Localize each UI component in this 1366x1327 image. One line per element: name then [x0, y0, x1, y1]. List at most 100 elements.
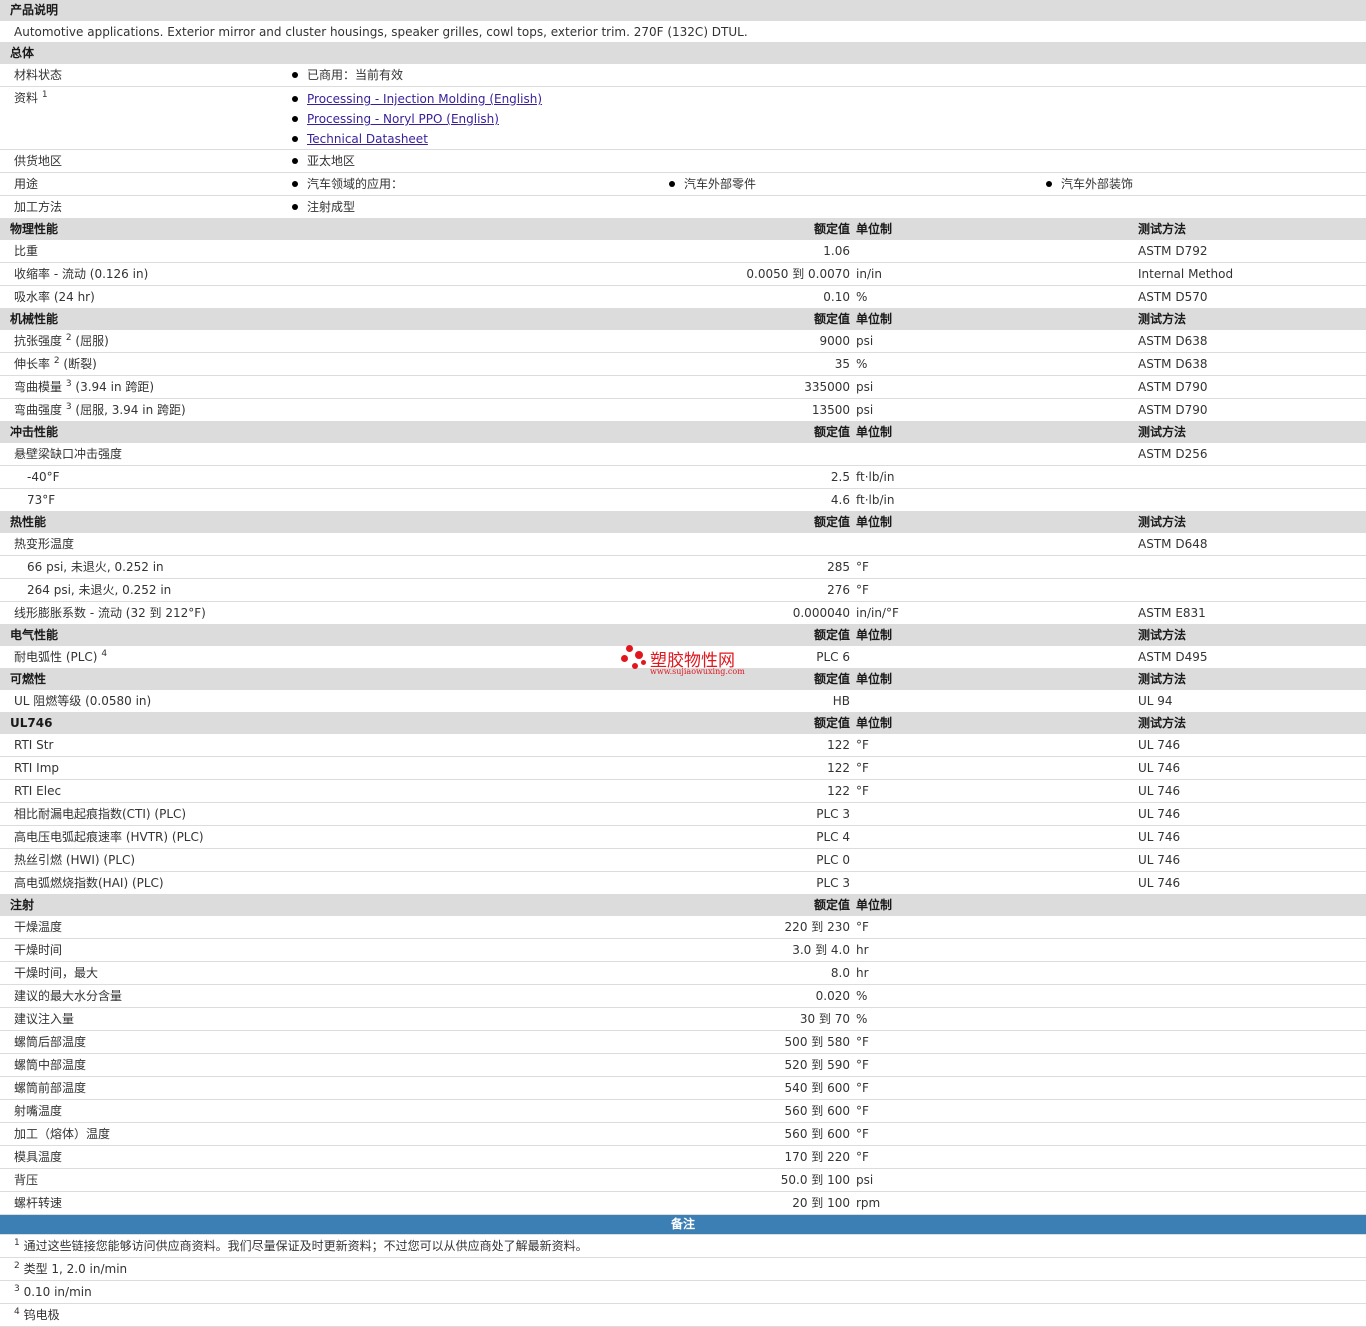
property-unit: hr — [856, 943, 869, 957]
property-name-text: 弯曲强度 — [14, 403, 63, 417]
property-name-text: 热丝引燃 (HWI) (PLC) — [14, 853, 136, 867]
property-condition: (3.94 in 跨距) — [75, 380, 155, 394]
property-name-text: 伸长率 — [14, 357, 51, 371]
property-unit: °F — [856, 1035, 869, 1049]
property-unit: °F — [856, 784, 869, 798]
property-unit: °F — [856, 1127, 869, 1141]
property-name-text: 螺筒中部温度 — [14, 1058, 87, 1072]
property-row: 螺筒中部温度 520 到 590 °F — [0, 1054, 1366, 1077]
bullet-icon — [292, 95, 298, 102]
property-unit: psi — [856, 380, 874, 394]
property-name: 抗张强度 2 (屈服) — [14, 330, 109, 352]
test-method: UL 746 — [1138, 853, 1181, 867]
col-header-units: 单位制 — [856, 425, 893, 439]
note-content: 通过这些链接您能够访问供应商资料。我们尽量保证及时更新资料；不过您可以从供应商处… — [23, 1239, 588, 1253]
note-text: 2 类型 1, 2.0 in/min — [14, 1258, 127, 1280]
col-header-nominal: 额定值 — [813, 672, 850, 686]
property-name-text: 建议的最大水分含量 — [14, 989, 123, 1003]
property-value: 335000 — [804, 380, 850, 394]
col-header-test: 测试方法 — [1138, 672, 1187, 686]
property-name: 伸长率 2 (断裂) — [14, 353, 97, 375]
property-value: 122 — [827, 784, 850, 798]
property-unit: °F — [856, 1104, 869, 1118]
property-name-text: 相比耐漏电起痕指数(CTI) (PLC) — [14, 807, 187, 821]
property-value: 亚太地区 — [292, 150, 355, 172]
bullet-icon — [1046, 180, 1052, 187]
property-unit: °F — [856, 560, 869, 574]
col-header-test: 测试方法 — [1138, 425, 1187, 439]
property-name: 加工（熔体）温度 — [14, 1123, 110, 1145]
processing-method-value: 注射成型 — [307, 200, 356, 214]
test-method: UL 746 — [1138, 761, 1181, 775]
col-header-test: 测试方法 — [1138, 312, 1187, 326]
property-unit: rpm — [856, 1196, 881, 1210]
property-condition: (屈服) — [75, 334, 109, 348]
property-row: 干燥时间，最大 8.0 hr — [0, 962, 1366, 985]
property-name-text: 264 psi, 未退火, 0.252 in — [27, 583, 172, 597]
property-row: 66 psi, 未退火, 0.252 in 285 °F — [0, 556, 1366, 579]
resource-link-noryl-ppo[interactable]: Processing - Noryl PPO (English) — [307, 112, 499, 126]
test-method: ASTM D570 — [1138, 290, 1208, 304]
section-header-thermal: 热性能 额定值 单位制 测试方法 — [0, 512, 1366, 533]
col-header-nominal: 额定值 — [813, 515, 850, 529]
property-row: 热丝引燃 (HWI) (PLC) PLC 0 UL 746 — [0, 849, 1366, 872]
bullet-icon — [292, 180, 298, 187]
property-unit: hr — [856, 966, 869, 980]
property-row: 吸水率 (24 hr) 0.10% ASTM D570 — [0, 286, 1366, 309]
property-name-text: 73°F — [27, 493, 56, 507]
use-value: 汽车领域的应用： — [292, 173, 403, 195]
property-name-text: 加工（熔体）温度 — [14, 1127, 111, 1141]
property-value: 8.0 — [830, 966, 850, 980]
logo-dot-icon — [641, 660, 646, 665]
col-header-units: 单位制 — [856, 672, 893, 686]
col-header-units: 单位制 — [856, 222, 893, 236]
property-row: 弯曲强度 3 (屈服, 3.94 in 跨距) 13500 psi ASTM D790 — [0, 399, 1366, 422]
col-header-nominal: 额定值 — [813, 716, 850, 730]
bullet-icon — [669, 180, 675, 187]
property-name: 66 psi, 未退火, 0.252 in — [27, 556, 164, 578]
property-value: 0.020 — [815, 989, 850, 1003]
property-row: RTI Str 122 °F UL 746 — [0, 734, 1366, 757]
property-name: 螺筒前部温度 — [14, 1077, 86, 1099]
property-row: 螺筒前部温度 540 到 600 °F — [0, 1077, 1366, 1100]
footnote-ref: 3 — [14, 1284, 20, 1294]
resource-link-item: Processing - Noryl PPO (English) — [292, 109, 499, 129]
property-name-text: RTI Str — [14, 738, 54, 752]
resource-link-item: Technical Datasheet — [292, 129, 428, 149]
property-unit: % — [856, 989, 868, 1003]
test-method: Internal Method — [1138, 267, 1234, 281]
property-name-text: 收缩率 - 流动 (0.126 in) — [14, 267, 149, 281]
col-header-units: 单位制 — [856, 515, 893, 529]
section-header-mechanical: 机械性能 额定值 单位制 测试方法 — [0, 309, 1366, 330]
property-row: 螺杆转速 20 到 100 rpm — [0, 1192, 1366, 1215]
test-method: ASTM D648 — [1138, 537, 1208, 551]
footnote-ref: 4 — [101, 649, 108, 659]
note-row: 3 0.10 in/min — [0, 1281, 1366, 1304]
property-name-text: -40°F — [27, 470, 60, 484]
physical-rows: 比重 1.06 ASTM D792 收缩率 - 流动 (0.126 in) 0.0050… — [0, 240, 1366, 309]
use-value: 汽车外部装饰 — [1046, 173, 1133, 195]
note-row: 2 类型 1, 2.0 in/min — [0, 1258, 1366, 1281]
col-header-test: 测试方法 — [1138, 222, 1187, 236]
property-name: 比重 — [14, 240, 38, 262]
property-name-text: 耐电弧性 (PLC) — [14, 650, 98, 664]
resource-link-injection-molding[interactable]: Processing - Injection Molding (English) — [307, 92, 542, 106]
property-name: 热变形温度 — [14, 537, 75, 551]
property-value: HB — [832, 694, 850, 708]
property-unit: in/in/°F — [856, 606, 899, 620]
property-value: 0.0050 到 0.0070 — [746, 267, 850, 281]
section-header-general: 总体 — [0, 43, 1366, 64]
resource-link-technical-datasheet[interactable]: Technical Datasheet — [307, 132, 428, 146]
description-row: Automotive applications. Exterior mirror… — [0, 21, 1366, 43]
description-text: Automotive applications. Exterior mirror… — [14, 25, 748, 39]
property-name: 吸水率 (24 hr) — [14, 286, 95, 308]
property-unit: psi — [856, 334, 874, 348]
property-name: 供货地区 — [14, 154, 63, 168]
property-name: 悬壁梁缺口冲击强度 — [14, 447, 123, 461]
test-method: ASTM D638 — [1138, 357, 1208, 371]
availability-value: 亚太地区 — [307, 154, 356, 168]
property-name-text: 比重 — [14, 244, 39, 258]
property-value: 122 — [827, 761, 850, 775]
property-unit: °F — [856, 1058, 869, 1072]
property-unit: psi — [856, 403, 874, 417]
